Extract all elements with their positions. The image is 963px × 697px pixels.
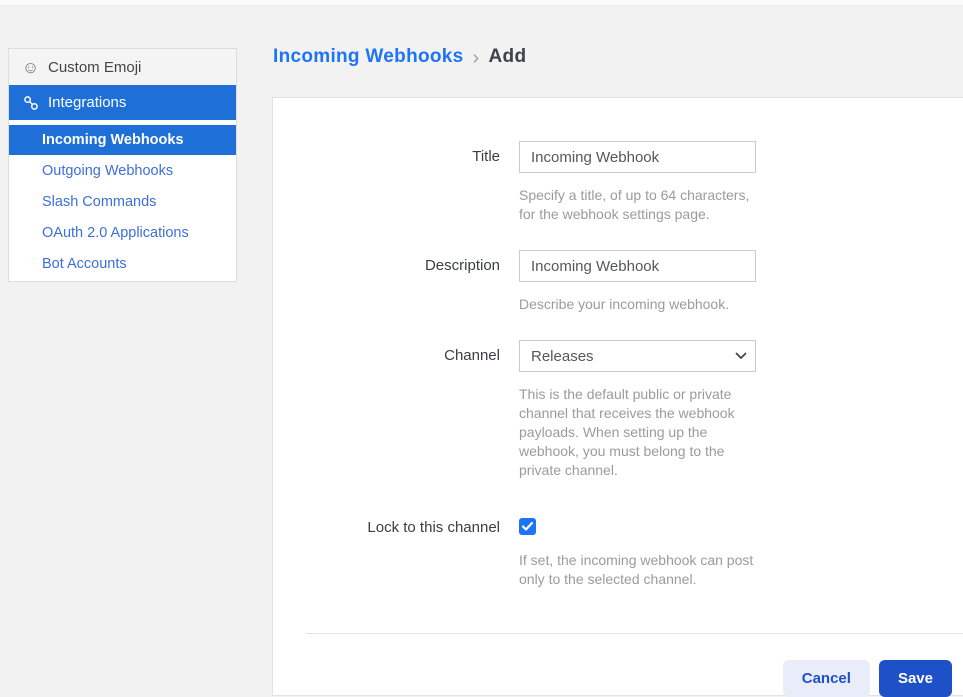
checkmark-icon xyxy=(522,522,533,531)
sidebar-item-slash-commands[interactable]: Slash Commands xyxy=(9,186,236,217)
channel-field-row: Channel Releases This is the default pub… xyxy=(273,340,963,480)
webhook-form-panel: Title Specify a title, of up to 64 chara… xyxy=(272,97,963,696)
emoji-smiley-icon: ☺ xyxy=(22,59,39,76)
top-strip xyxy=(0,0,963,6)
title-field-row: Title Specify a title, of up to 64 chara… xyxy=(273,141,963,224)
sidebar-item-custom-emoji[interactable]: ☺ Custom Emoji xyxy=(9,49,236,85)
breadcrumb-parent-link[interactable]: Incoming Webhooks xyxy=(273,46,464,68)
sidebar-item-label: Integrations xyxy=(48,94,126,111)
channel-select[interactable]: Releases xyxy=(519,340,756,372)
sidebar-item-label: Incoming Webhooks xyxy=(42,132,184,148)
sidebar-item-integrations[interactable]: Integrations xyxy=(9,85,236,120)
sidebar-item-bot-accounts[interactable]: Bot Accounts xyxy=(9,248,236,279)
cancel-button[interactable]: Cancel xyxy=(783,660,870,697)
sidebar-item-label: Outgoing Webhooks xyxy=(42,163,173,179)
breadcrumb-chevron-icon: › xyxy=(473,47,480,68)
breadcrumb: Incoming Webhooks › Add xyxy=(273,46,526,68)
lock-channel-field-row: Lock to this channel If set, the incomin… xyxy=(273,512,963,589)
save-button[interactable]: Save xyxy=(879,660,952,697)
title-help-text: Specify a title, of up to 64 characters,… xyxy=(519,186,756,224)
form-divider xyxy=(306,633,963,634)
description-field-row: Description Describe your incoming webho… xyxy=(273,250,963,314)
channel-label: Channel xyxy=(273,340,500,480)
lock-channel-label: Lock to this channel xyxy=(273,512,500,589)
description-input[interactable] xyxy=(519,250,756,282)
admin-sidebar: ☺ Custom Emoji Integrations Incoming Web… xyxy=(8,48,237,282)
description-label: Description xyxy=(273,250,500,314)
sidebar-item-outgoing-webhooks[interactable]: Outgoing Webhooks xyxy=(9,155,236,186)
form-actions: Cancel Save xyxy=(273,660,963,697)
description-help-text: Describe your incoming webhook. xyxy=(519,295,756,314)
sidebar-item-incoming-webhooks[interactable]: Incoming Webhooks xyxy=(9,125,236,155)
add-webhook-form: Title Specify a title, of up to 64 chara… xyxy=(273,98,963,697)
lock-channel-checkbox[interactable] xyxy=(519,518,536,535)
link-chain-icon xyxy=(22,95,39,111)
sidebar-item-label: Bot Accounts xyxy=(42,256,127,272)
admin-integrations-page: ☺ Custom Emoji Integrations Incoming Web… xyxy=(0,0,963,694)
channel-help-text: This is the default public or private ch… xyxy=(519,385,756,480)
page-title: Add xyxy=(489,46,527,68)
sidebar-item-oauth-applications[interactable]: OAuth 2.0 Applications xyxy=(9,217,236,248)
sidebar-item-label: OAuth 2.0 Applications xyxy=(42,225,189,241)
lock-channel-help-text: If set, the incoming webhook can post on… xyxy=(519,551,756,589)
title-input[interactable] xyxy=(519,141,756,173)
sidebar-item-label: Custom Emoji xyxy=(48,59,141,76)
title-label: Title xyxy=(273,141,500,224)
sidebar-item-label: Slash Commands xyxy=(42,194,156,210)
